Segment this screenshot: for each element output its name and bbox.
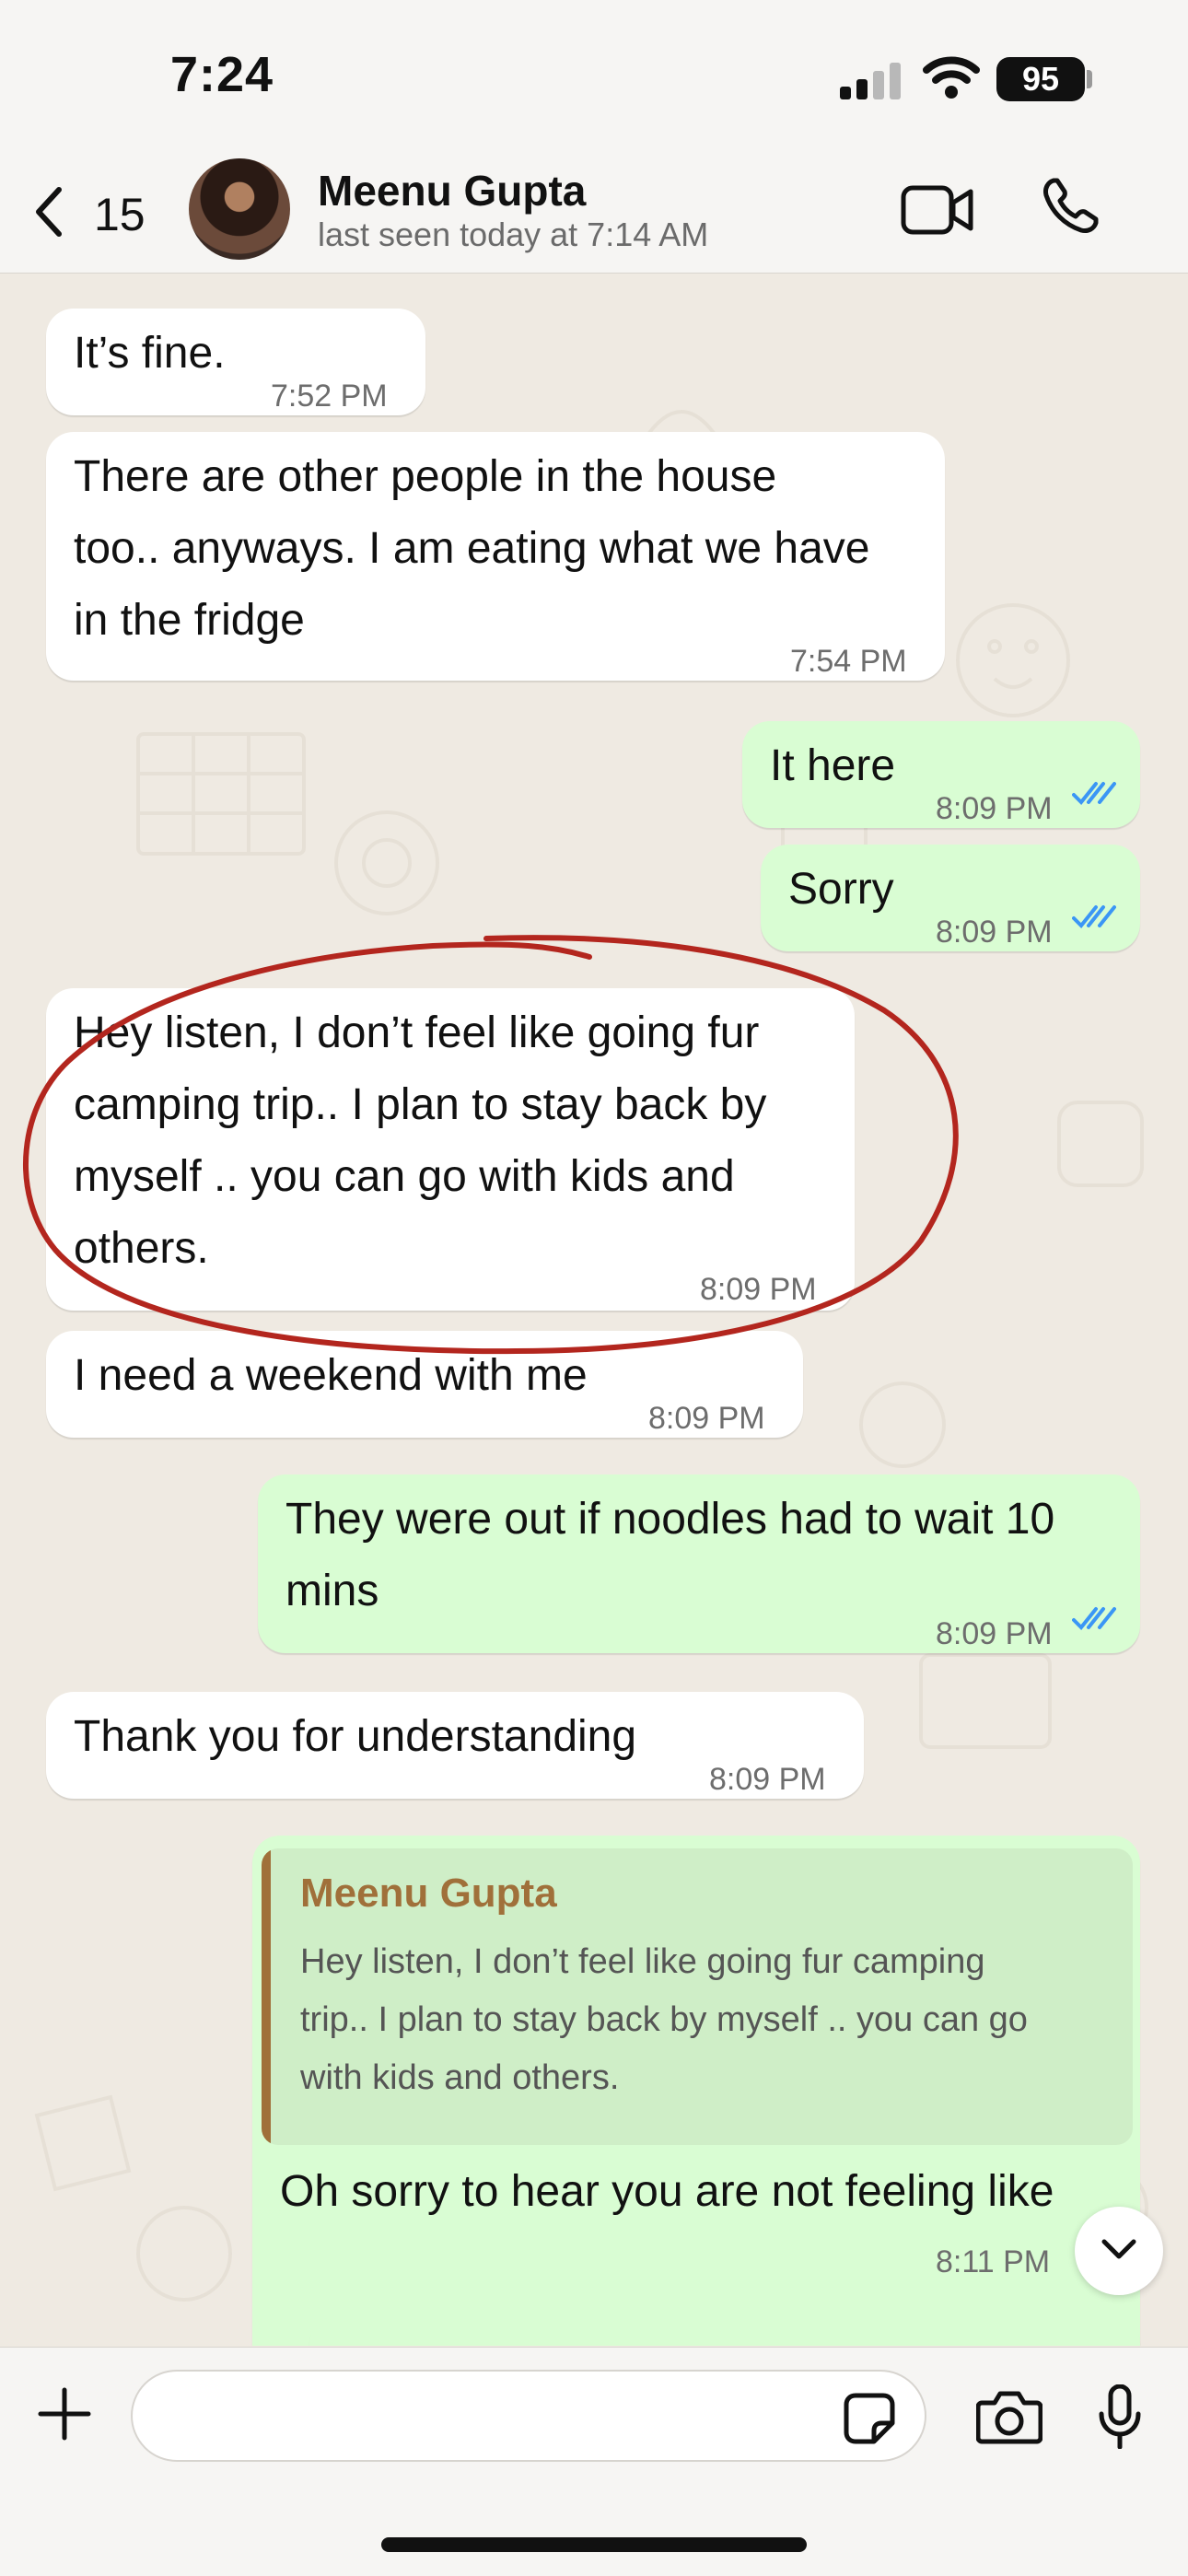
message-text: Thank you for understanding (74, 1712, 637, 1761)
message-outgoing[interactable]: They were out if noodles had to wait 10 … (258, 1474, 1140, 1653)
message-incoming-highlighted[interactable]: Hey listen, I don’t feel like going fur … (46, 988, 855, 1311)
message-incoming[interactable]: It’s fine. 7:52 PM (46, 309, 425, 415)
message-time: 8:09 PM (936, 1616, 1053, 1651)
message-list[interactable]: It’s fine. 7:52 PM There are other peopl… (0, 274, 1188, 2346)
camera-icon[interactable] (976, 2388, 1042, 2445)
reply-message-time: 8:11 PM (936, 2244, 1051, 2279)
chat-header: 15 Meenu Gupta last seen today at 7:14 A… (0, 147, 1188, 274)
battery-cap (1087, 70, 1092, 88)
message-text-line: others. (74, 1224, 209, 1273)
message-outgoing[interactable]: It here 8:09 PM (742, 721, 1140, 828)
reply-quote[interactable]: Meenu Gupta Hey listen, I don’t feel lik… (262, 1848, 1133, 2145)
message-text-line: in the fridge (74, 596, 305, 645)
back-button[interactable]: 15 (28, 173, 166, 247)
signal-icon (840, 63, 901, 99)
message-text: It here (770, 741, 896, 790)
double-check-icon (1072, 905, 1116, 928)
message-text-line: They were out if noodles had to wait 10 (285, 1495, 1055, 1544)
wifi-icon (923, 56, 980, 99)
message-incoming[interactable]: There are other people in the house too.… (46, 432, 945, 681)
double-check-icon (1072, 1607, 1116, 1630)
composer-bar (0, 2347, 1188, 2576)
scroll-to-bottom-button[interactable] (1075, 2207, 1163, 2295)
double-check-icon (1072, 782, 1116, 805)
message-outgoing[interactable]: Sorry 8:09 PM (761, 845, 1140, 951)
quote-text: Hey listen, I don’t feel like going fur … (300, 1933, 1111, 2107)
message-time: 7:54 PM (790, 644, 907, 679)
message-text-line: Hey listen, I don’t feel like going fur (74, 1008, 760, 1057)
quote-text-line: trip.. I plan to stay back by myself .. … (300, 2000, 1028, 2039)
microphone-icon[interactable] (1098, 2384, 1142, 2449)
message-incoming[interactable]: Thank you for understanding 8:09 PM (46, 1692, 864, 1799)
contact-name[interactable]: Meenu Gupta (318, 166, 586, 216)
unread-count: 15 (94, 189, 146, 240)
chevron-down-icon (1101, 2239, 1136, 2259)
last-seen-status: last seen today at 7:14 AM (318, 216, 709, 253)
message-incoming[interactable]: I need a weekend with me 8:09 PM (46, 1331, 803, 1438)
status-bar: 7:24 95 (0, 0, 1188, 147)
message-time: 8:09 PM (709, 1762, 826, 1797)
battery-icon: 95 (996, 57, 1085, 101)
message-text-line: There are other people in the house (74, 452, 777, 501)
back-chevron-icon (36, 187, 62, 237)
message-outgoing-partial[interactable] (309, 2316, 1140, 2346)
message-text: It’s fine. (74, 329, 226, 378)
phone-icon[interactable] (1041, 177, 1100, 236)
quote-text-line: Hey listen, I don’t feel like going fur … (300, 1942, 985, 1981)
message-time: 8:09 PM (936, 915, 1053, 950)
quote-accent-bar (262, 1848, 271, 2145)
quote-text-line: with kids and others. (300, 2058, 620, 2097)
message-text-line: camping trip.. I plan to stay back by (74, 1080, 767, 1129)
message-text: I need a weekend with me (74, 1351, 588, 1400)
home-indicator[interactable] (381, 2537, 807, 2552)
reply-message-text: Oh sorry to hear you are not feeling lik… (280, 2167, 1054, 2216)
message-time: 8:09 PM (936, 791, 1053, 826)
message-text-line: myself .. you can go with kids and (74, 1152, 735, 1201)
message-text-line: too.. anyways. I am eating what we have (74, 524, 870, 573)
message-text: Sorry (788, 865, 894, 914)
message-input[interactable] (131, 2370, 926, 2462)
message-time: 7:52 PM (271, 379, 388, 414)
quote-author: Meenu Gupta (300, 1871, 557, 1916)
avatar[interactable] (189, 158, 290, 260)
message-time: 8:09 PM (700, 1272, 817, 1307)
video-camera-icon[interactable] (901, 182, 974, 238)
status-time: 7:24 (170, 47, 274, 102)
message-text-line: mins (285, 1567, 379, 1615)
message-time: 8:09 PM (648, 1401, 765, 1436)
plus-icon[interactable] (37, 2386, 92, 2442)
sticker-icon[interactable] (843, 2392, 896, 2445)
